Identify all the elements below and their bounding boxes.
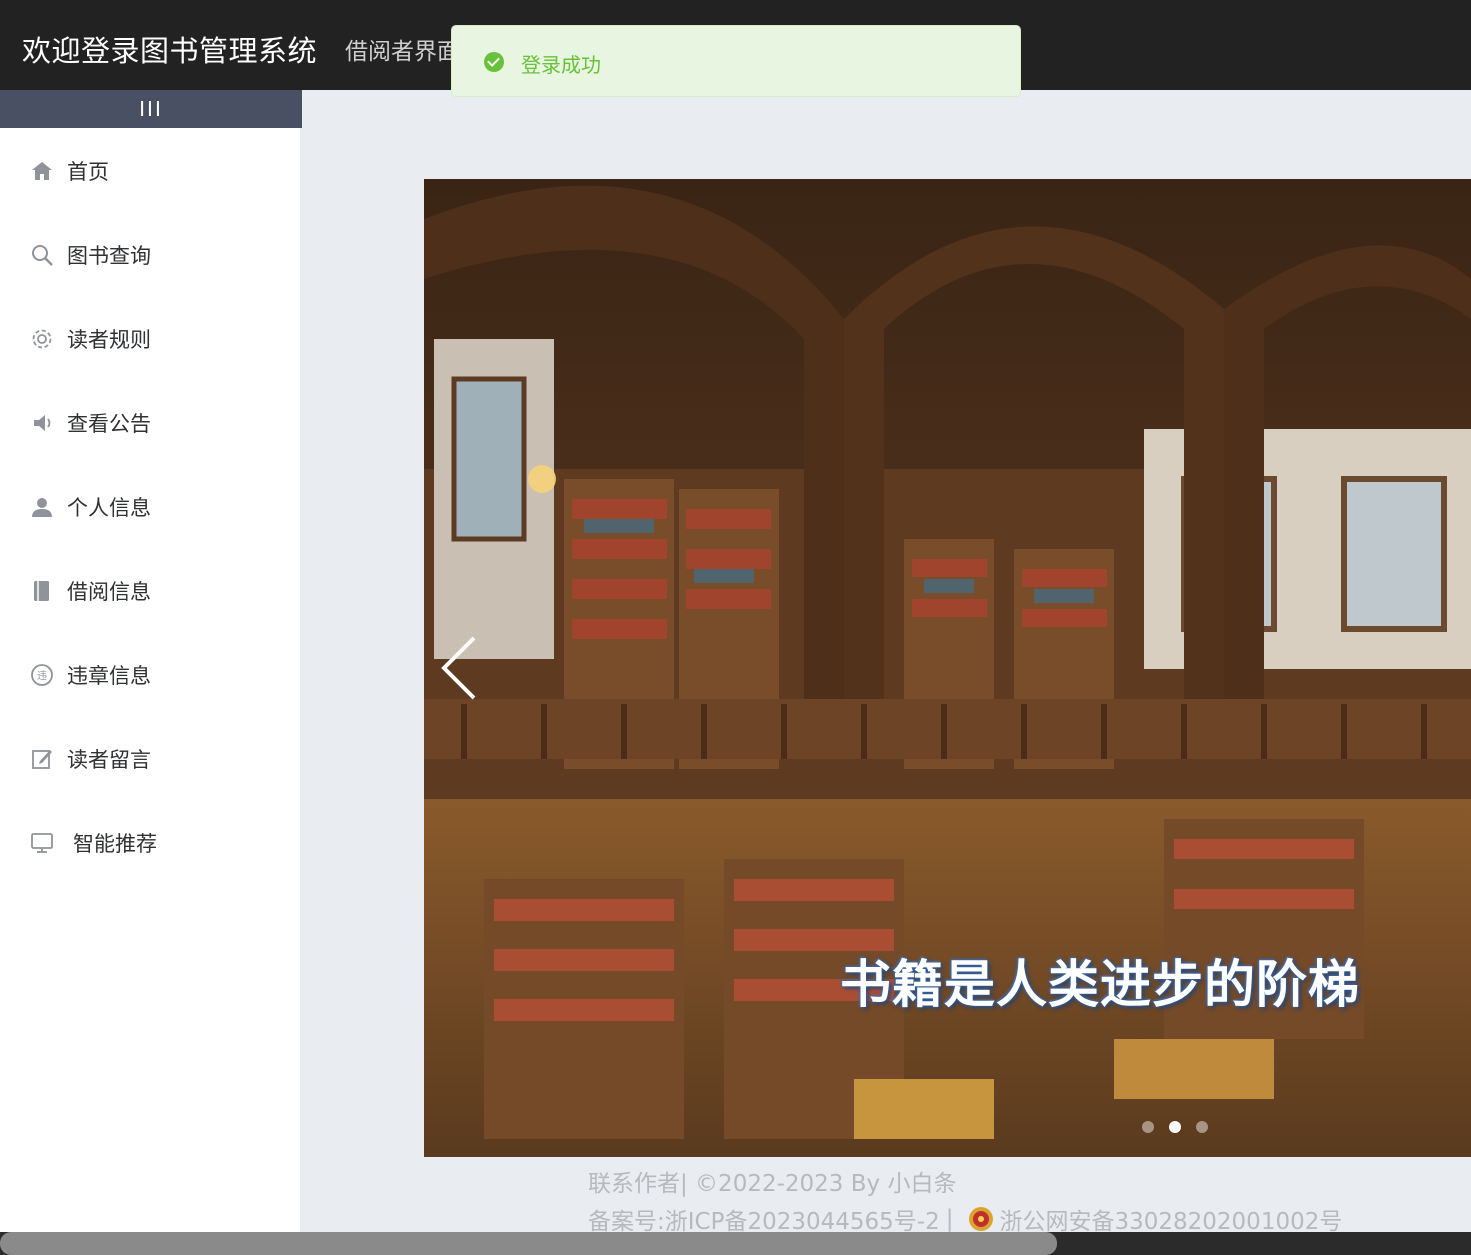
- app-subtitle: 借阅者界面: [345, 39, 460, 65]
- sidebar-collapse-button[interactable]: III: [0, 90, 302, 128]
- sidebar-item-label[interactable]: 首页: [67, 156, 109, 186]
- footer-separator: |: [945, 1206, 954, 1232]
- sidebar-item-violations[interactable]: 违 违章信息: [27, 658, 297, 692]
- violation-icon[interactable]: 违: [27, 660, 57, 690]
- horizontal-scrollbar[interactable]: [0, 1232, 1471, 1255]
- police-record-link[interactable]: 浙公网安备33028202001002号: [999, 1202, 1342, 1236]
- sidebar-item-label[interactable]: 查看公告: [67, 408, 151, 438]
- sidebar-item-profile[interactable]: 个人信息: [27, 490, 297, 524]
- sidebar-item-reader-rules[interactable]: 读者规则: [27, 322, 297, 356]
- sidebar-item-borrow-info[interactable]: 借阅信息: [27, 574, 297, 608]
- svg-text:违: 违: [37, 670, 47, 682]
- sidebar-item-messages[interactable]: 读者留言: [27, 742, 297, 776]
- footer-author-copyright: 联系作者| ©2022-2023 By 小白条: [588, 1171, 957, 1197]
- sidebar-item-label[interactable]: 读者规则: [67, 324, 151, 354]
- footer-records: 备案号:浙ICP备2023044565号-2 | 浙公网安备3302820200…: [588, 1202, 1342, 1236]
- sidebar-item-announcements[interactable]: 查看公告: [27, 406, 297, 440]
- settings-gear-icon[interactable]: [27, 324, 57, 354]
- carousel-dot[interactable]: [1196, 1121, 1208, 1133]
- toast-message: 登录成功: [521, 53, 601, 77]
- police-badge-icon[interactable]: [967, 1205, 995, 1233]
- sidebar-item-book-search[interactable]: 图书查询: [27, 238, 297, 272]
- carousel-slogan: 书籍是人类进步的阶梯: [840, 956, 1361, 1015]
- book-icon[interactable]: [27, 576, 57, 606]
- carousel-dot-active[interactable]: [1169, 1121, 1181, 1133]
- sidebar-item-home[interactable]: 首页: [27, 154, 297, 188]
- icp-record-link[interactable]: 备案号:浙ICP备2023044565号-2: [588, 1202, 940, 1236]
- home-icon[interactable]: [27, 156, 57, 186]
- login-success-toast: 登录成功: [451, 25, 1021, 97]
- monitor-icon[interactable]: [27, 828, 57, 858]
- success-check-icon: [484, 52, 504, 72]
- app-title: 欢迎登录图书管理系统: [22, 34, 318, 68]
- sidebar-item-label[interactable]: 智能推荐: [73, 828, 157, 858]
- sidebar-item-label[interactable]: 个人信息: [67, 492, 151, 522]
- carousel-indicators: [1142, 1121, 1208, 1133]
- user-icon[interactable]: [27, 492, 57, 522]
- speaker-icon[interactable]: [27, 408, 57, 438]
- sidebar-item-label[interactable]: 图书查询: [67, 240, 151, 270]
- scrollbar-thumb[interactable]: [0, 1232, 1057, 1255]
- search-icon[interactable]: [27, 240, 57, 270]
- sidebar-item-label[interactable]: 读者留言: [67, 744, 151, 774]
- carousel-prev-arrow[interactable]: [438, 634, 482, 702]
- carousel-dot[interactable]: [1142, 1121, 1154, 1133]
- sidebar-item-label[interactable]: 违章信息: [67, 660, 151, 690]
- edit-icon[interactable]: [27, 744, 57, 774]
- chevron-left-icon[interactable]: [438, 634, 482, 702]
- image-carousel[interactable]: 书籍是人类进步的阶梯: [424, 179, 1471, 1157]
- sidebar-item-recommendations[interactable]: 智能推荐: [27, 826, 297, 860]
- sidebar-nav: III 首页 图书查询 读者规则 查看公告 个人信息 借阅信息 违 违章信息 读…: [0, 90, 302, 1255]
- sidebar-item-label[interactable]: 借阅信息: [67, 576, 151, 606]
